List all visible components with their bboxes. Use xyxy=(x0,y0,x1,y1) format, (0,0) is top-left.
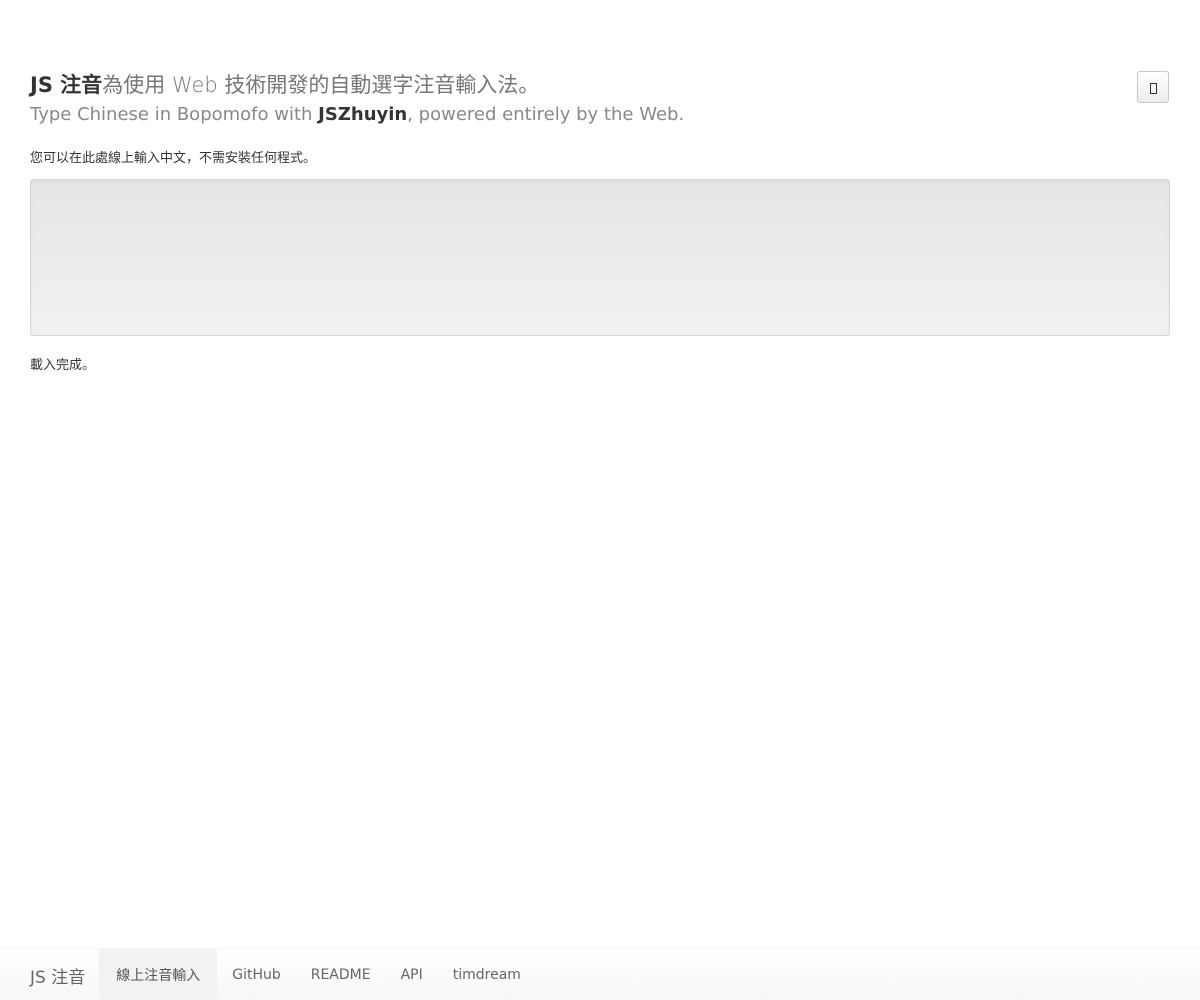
nav-item-online-input[interactable]: 線上注音輸入 xyxy=(99,949,218,1000)
subtitle-brand: JSZhuyin xyxy=(318,104,408,125)
zhuyin-input-area[interactable] xyxy=(30,179,1170,336)
subtitle-before: Type Chinese in Bopomofo with xyxy=(30,104,319,125)
settings-button[interactable] xyxy=(1137,71,1169,103)
page-title: JS 注音為使用 Web 技術開發的自動選字注音輸入法。 xyxy=(30,70,1130,100)
page-header: JS 注音為使用 Web 技術開發的自動選字注音輸入法。 Type Chines… xyxy=(30,70,1130,129)
title-tagline: 為使用 Web 技術開發的自動選字注音輸入法。 xyxy=(102,73,540,97)
settings-icon xyxy=(1149,82,1157,94)
nav-item-github[interactable]: GitHub xyxy=(217,949,296,1000)
nav-item-timdream[interactable]: timdream xyxy=(438,949,536,1000)
title-brand: JS 注音 xyxy=(30,73,103,97)
status-text: 載入完成。 xyxy=(30,358,96,373)
input-hint: 您可以在此處線上輸入中文，不需安裝任何程式。 xyxy=(30,151,317,166)
footer-brand[interactable]: JS 注音 xyxy=(30,949,99,1000)
nav-item-readme[interactable]: README xyxy=(296,949,386,1000)
page-subtitle: Type Chinese in Bopomofo with JSZhuyin, … xyxy=(30,101,1130,129)
footer-nav: JS 注音 線上注音輸入 GitHub README API timdream xyxy=(0,948,1200,1000)
footer-inner: JS 注音 線上注音輸入 GitHub README API timdream xyxy=(30,949,536,1000)
page: JS 注音為使用 Web 技術開發的自動選字注音輸入法。 Type Chines… xyxy=(0,0,1200,1000)
nav-item-api[interactable]: API xyxy=(386,949,438,1000)
subtitle-after: , powered entirely by the Web. xyxy=(407,104,685,125)
